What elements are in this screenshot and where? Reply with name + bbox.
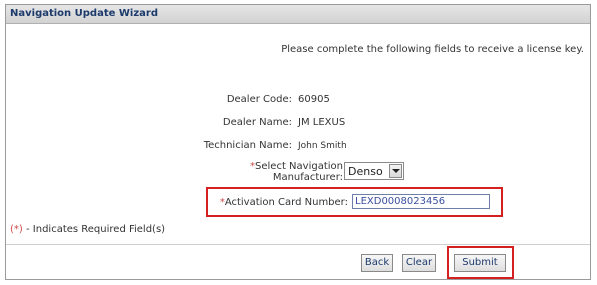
back-button[interactable]: Back	[361, 254, 393, 272]
title-bar: Navigation Update Wizard	[6, 5, 590, 24]
required-field-note: (*) - Indicates Required Field(s)	[10, 224, 166, 235]
dealer-code-value: 60905	[298, 94, 330, 105]
technician-name-label: Technician Name:	[203, 140, 292, 151]
activation-card-input[interactable]: LEXD0008023456	[352, 194, 490, 209]
clear-button[interactable]: Clear	[402, 254, 436, 272]
activation-card-label: *Activation Card Number:	[219, 197, 348, 208]
dropdown-arrow-icon[interactable]	[389, 164, 402, 178]
dealer-name-value: JM LEXUS	[298, 117, 346, 128]
navigation-manufacturer-select[interactable]: Denso	[344, 162, 404, 180]
wizard-panel: Navigation Update Wizard Please complete…	[5, 4, 591, 280]
dealer-name-label: Dealer Name:	[222, 117, 292, 128]
navigation-manufacturer-label: *Select Navigation Manufacturer:	[250, 161, 343, 183]
wizard-title: Navigation Update Wizard	[10, 8, 158, 19]
selected-manufacturer: Denso	[348, 165, 383, 178]
instructions-text: Please complete the following fields to …	[281, 44, 584, 55]
divider	[6, 244, 590, 245]
submit-button[interactable]: Submit	[454, 254, 506, 272]
dealer-code-label: Dealer Code:	[226, 94, 292, 105]
technician-name-value: John Smith	[298, 141, 347, 151]
